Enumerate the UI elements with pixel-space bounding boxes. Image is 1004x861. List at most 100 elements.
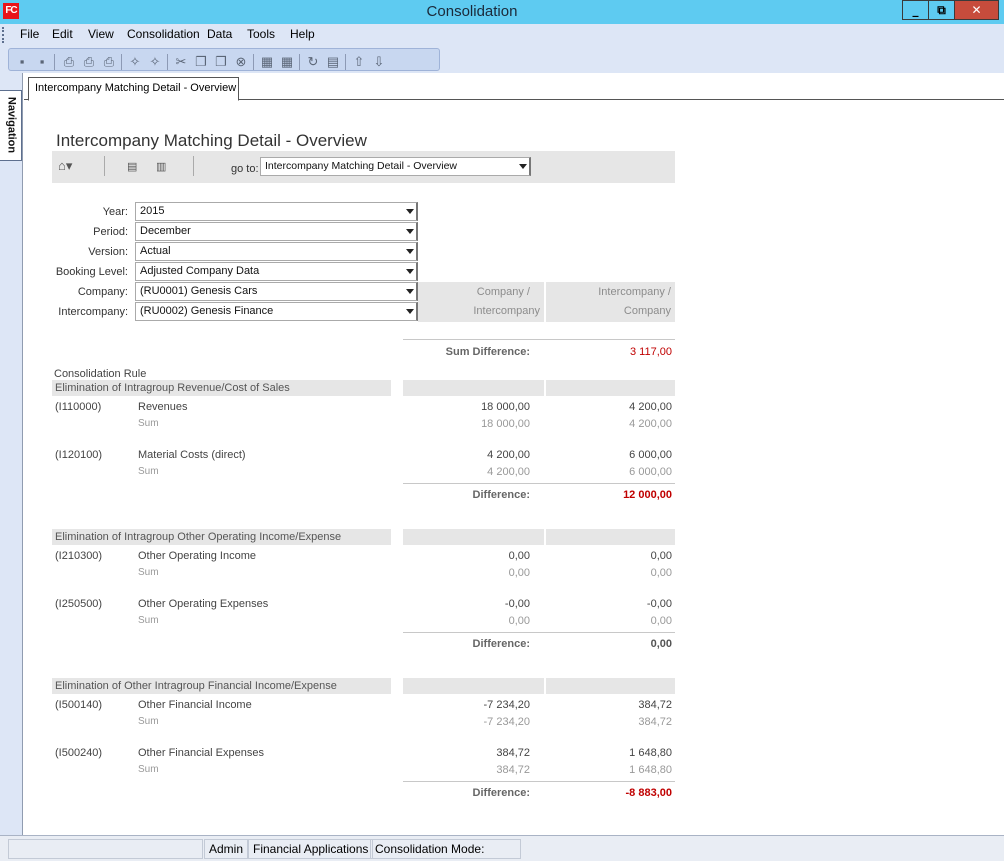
save-icon[interactable]: ▪: [14, 54, 30, 70]
consolidation-rule-label: Consolidation Rule: [54, 368, 147, 380]
difference-value: -8 883,00: [625, 787, 672, 799]
toolbar-strip: ▪ ▪ ⎙ ⎙ ⎙ ✧ ✧ ✂ ❐ ❐ ⊗ ▦ ▦ ↻ ▤ ⇧ ⇩: [8, 48, 440, 71]
section-header-cell: [546, 529, 675, 545]
company-select[interactable]: (RU0001) Genesis Cars: [135, 282, 418, 301]
intercompany-value: (RU0002) Genesis Finance: [140, 305, 274, 317]
account-value-intercompany: 1 648,80: [629, 747, 672, 759]
status-empty: [8, 839, 203, 859]
intercompany-select[interactable]: (RU0002) Genesis Finance: [135, 302, 418, 321]
pdf-icon[interactable]: ▤: [127, 160, 137, 173]
account-value-company: 0,00: [508, 550, 530, 562]
account-value-intercompany: 0,00: [650, 550, 672, 562]
account-value-company: -7 234,20: [483, 699, 530, 711]
sum-label: Sum: [138, 418, 159, 429]
toolbar: ▪ ▪ ⎙ ⎙ ⎙ ✧ ✧ ✂ ❐ ❐ ⊗ ▦ ▦ ↻ ▤ ⇧ ⇩: [0, 45, 1004, 73]
toolbar-separator: [104, 156, 105, 176]
booking-level-select[interactable]: Adjusted Company Data: [135, 262, 418, 281]
period-select[interactable]: December: [135, 222, 418, 241]
goto-select[interactable]: Intercompany Matching Detail - Overview: [260, 157, 531, 176]
menu-tools[interactable]: Tools: [247, 24, 275, 45]
chevron-down-icon: [406, 229, 414, 234]
menu-file[interactable]: File: [20, 24, 39, 45]
menu-bar: File Edit View Consolidation Data Tools …: [0, 24, 1004, 45]
account-code: (I500240): [55, 747, 103, 759]
menu-data[interactable]: Data: [207, 24, 232, 45]
chevron-down-icon: [406, 249, 414, 254]
navigation-label: Navigation: [5, 96, 18, 154]
toolbar-separator: [345, 54, 346, 70]
arrow-up-icon[interactable]: ⇧: [351, 54, 367, 70]
account-value-company: 384,72: [496, 747, 530, 759]
home-icon[interactable]: ⌂▾: [58, 158, 72, 174]
sum-difference-value: 3 117,00: [629, 346, 672, 358]
goto-label: go to:: [231, 163, 259, 175]
account-code: (I120100): [55, 449, 103, 461]
sum-label: Sum: [138, 466, 159, 477]
account-value-company: 4 200,00: [487, 449, 530, 461]
version-label: Version:: [88, 246, 128, 258]
report-icon[interactable]: ▤: [325, 54, 341, 70]
delete-icon[interactable]: ⊗: [233, 54, 249, 70]
menu-view[interactable]: View: [88, 24, 114, 45]
version-select[interactable]: Actual: [135, 242, 418, 261]
sum-value-intercompany: 4 200,00: [629, 418, 672, 430]
print-preview-icon[interactable]: ⎙: [81, 54, 97, 70]
divider: [403, 339, 675, 340]
save-all-icon[interactable]: ▪: [34, 54, 50, 70]
menu-help[interactable]: Help: [290, 24, 315, 45]
sum-value-intercompany: 1 648,80: [629, 764, 672, 776]
toolbar-separator: [54, 54, 55, 70]
sum-value-intercompany: 6 000,00: [629, 466, 672, 478]
column-header-intercompany-line1: Intercompany /: [598, 286, 671, 298]
goto-select-value: Intercompany Matching Detail - Overview: [265, 160, 457, 172]
cut-icon[interactable]: ✂: [173, 54, 189, 70]
status-bar: Admin Financial Applications Consolidati…: [0, 835, 1004, 861]
account-code: (I110000): [55, 401, 102, 413]
page-setup-icon[interactable]: ⎙: [101, 54, 117, 70]
difference-value: 0,00: [650, 638, 672, 650]
toolbar-separator: [299, 54, 300, 70]
copy-icon[interactable]: ❐: [193, 54, 209, 70]
booking-level-label: Booking Level:: [55, 266, 128, 278]
page-title: Intercompany Matching Detail - Overview: [56, 131, 367, 150]
close-button[interactable]: ✕: [954, 0, 999, 20]
minimize-button[interactable]: _: [902, 0, 929, 20]
account-value-intercompany: -0,00: [646, 598, 672, 610]
difference-label: Difference:: [472, 489, 530, 501]
sum-value-intercompany: 384,72: [638, 716, 672, 728]
toolbar-separator: [167, 54, 168, 70]
arrow-down-icon[interactable]: ⇩: [371, 54, 387, 70]
company-value: (RU0001) Genesis Cars: [140, 285, 258, 297]
chevron-down-icon: [406, 269, 414, 274]
insert-row-icon[interactable]: ▦: [259, 54, 275, 70]
menu-consolidation[interactable]: Consolidation: [127, 24, 200, 45]
menu-edit[interactable]: Edit: [52, 24, 73, 45]
account-code: (I500140): [55, 699, 103, 711]
year-value: 2015: [140, 205, 165, 217]
difference-label: Difference:: [472, 638, 530, 650]
settings-icon[interactable]: ✧: [147, 54, 163, 70]
window-title: Consolidation: [426, 3, 518, 20]
paste-icon[interactable]: ❐: [213, 54, 229, 70]
divider: [403, 781, 675, 782]
export-icon[interactable]: ▥: [156, 160, 166, 173]
sum-difference-label: Sum Difference:: [445, 346, 530, 358]
sum-value-intercompany: 0,00: [650, 615, 672, 627]
company-label: Company:: [77, 286, 128, 298]
refresh-icon[interactable]: ✧: [127, 54, 143, 70]
sum-label: Sum: [138, 764, 159, 775]
print-icon[interactable]: ⎙: [61, 54, 77, 70]
section-header-cell: [403, 380, 544, 396]
account-name: Other Financial Income: [138, 699, 252, 711]
section-header-cell: [546, 678, 675, 694]
chevron-down-icon: [406, 209, 414, 214]
tab-intercompany-matching[interactable]: Intercompany Matching Detail - Overview: [28, 77, 239, 101]
sum-value-company: 18 000,00: [481, 418, 530, 430]
year-select[interactable]: 2015: [135, 202, 418, 221]
sum-label: Sum: [138, 615, 159, 626]
maximize-button[interactable]: ⧉: [928, 0, 955, 20]
reload-icon[interactable]: ↻: [305, 54, 321, 70]
account-name: Revenues: [138, 401, 188, 413]
version-value: Actual: [140, 245, 171, 257]
grid-icon[interactable]: ▦: [279, 54, 295, 70]
